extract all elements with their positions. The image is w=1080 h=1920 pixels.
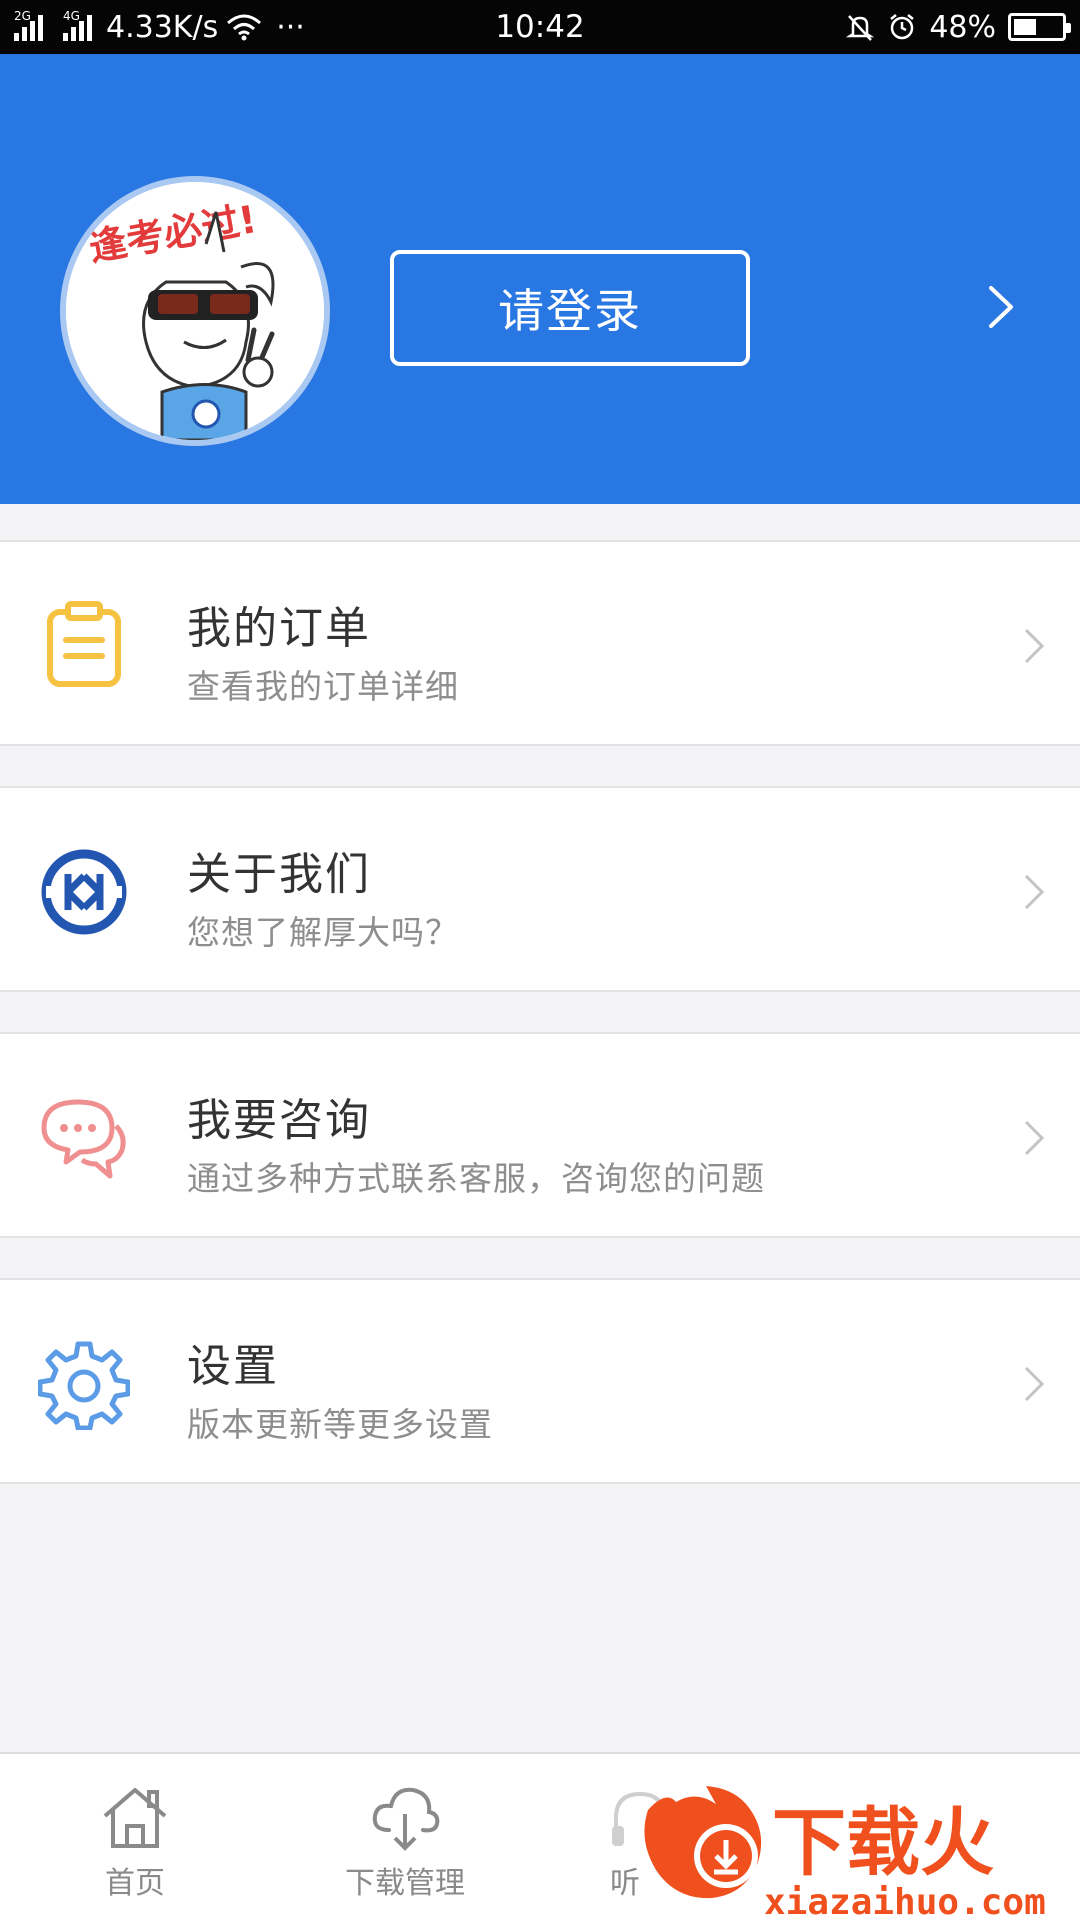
bell-muted-icon (846, 15, 875, 41)
chevron-right-icon[interactable] (975, 282, 1025, 332)
home-icon (103, 1788, 167, 1848)
menu-item-consult[interactable]: 我要咨询 通过多种方式联系客服，咨询您的问题 (0, 1032, 1080, 1238)
gear-icon (38, 1341, 130, 1430)
login-button[interactable]: 请登录 (390, 250, 750, 366)
menu-subtitle: 通过多种方式联系客服，咨询您的问题 (187, 1159, 765, 1198)
menu-subtitle: 您想了解厚大吗？ (187, 913, 459, 952)
battery-level (1014, 19, 1037, 35)
menu-title: 设置 (187, 1341, 279, 1392)
menu-item-about[interactable]: 关于我们 您想了解厚大吗？ (0, 786, 1080, 992)
cloud-download-icon (372, 1787, 440, 1851)
watermark-logo: 下载火 xiazaihuo.com (636, 1770, 1080, 1920)
nav-downloads[interactable]: 下载管理 (325, 1754, 485, 1920)
mascot-avatar-image: 逢考必过! (66, 182, 324, 440)
menu-subtitle: 版本更新等更多设置 (187, 1405, 493, 1444)
clipboard-icon (47, 601, 121, 687)
nav-label: 首页 (105, 1866, 165, 1901)
status-left: 2G 4G 4.33K/s ··· (14, 9, 845, 45)
net-type-2g: 2G (14, 9, 31, 23)
chat-bubbles-icon (41, 1099, 126, 1179)
menu-item-orders[interactable]: 我的订单 查看我的订单详细 (0, 540, 1080, 746)
avatar[interactable]: 逢考必过! (60, 176, 330, 446)
signal-2g-icon: 2G (14, 9, 43, 41)
wifi-icon (227, 14, 262, 41)
menu-title: 关于我们 (187, 849, 371, 900)
net-type-4g: 4G (63, 9, 80, 23)
status-right: 48% (845, 9, 1071, 45)
chevron-right-icon (1024, 874, 1045, 910)
chevron-right-icon (1024, 1366, 1045, 1402)
status-bar: 2G 4G 4.33K/s ··· 10:42 48% (0, 0, 1080, 54)
watermark-title: 下载火 (772, 1800, 994, 1886)
chevron-right-icon (1024, 628, 1045, 664)
battery-icon (1008, 13, 1071, 41)
menu-item-settings[interactable]: 设置 版本更新等更多设置 (0, 1278, 1080, 1484)
menu-title: 我的订单 (187, 603, 371, 654)
profile-header: 逢考必过! 请登录 (0, 54, 1080, 504)
menu-subtitle: 查看我的订单详细 (187, 667, 459, 706)
battery-percent: 48% (929, 9, 996, 45)
more-indicator: ··· (276, 9, 305, 45)
signal-4g-icon: 4G (63, 9, 92, 41)
network-speed: 4.33K/s (106, 9, 219, 45)
nav-label: 下载管理 (345, 1866, 465, 1901)
nav-home[interactable]: 首页 (55, 1754, 215, 1920)
alarm-icon (890, 14, 915, 40)
chevron-right-icon (1024, 1120, 1045, 1156)
watermark-url: xiazaihuo.com (764, 1882, 1046, 1920)
menu-title: 我要咨询 (187, 1095, 371, 1146)
houda-logo-icon (41, 849, 127, 935)
watermark-image: 下载火 xiazaihuo.com (644, 1786, 1046, 1920)
